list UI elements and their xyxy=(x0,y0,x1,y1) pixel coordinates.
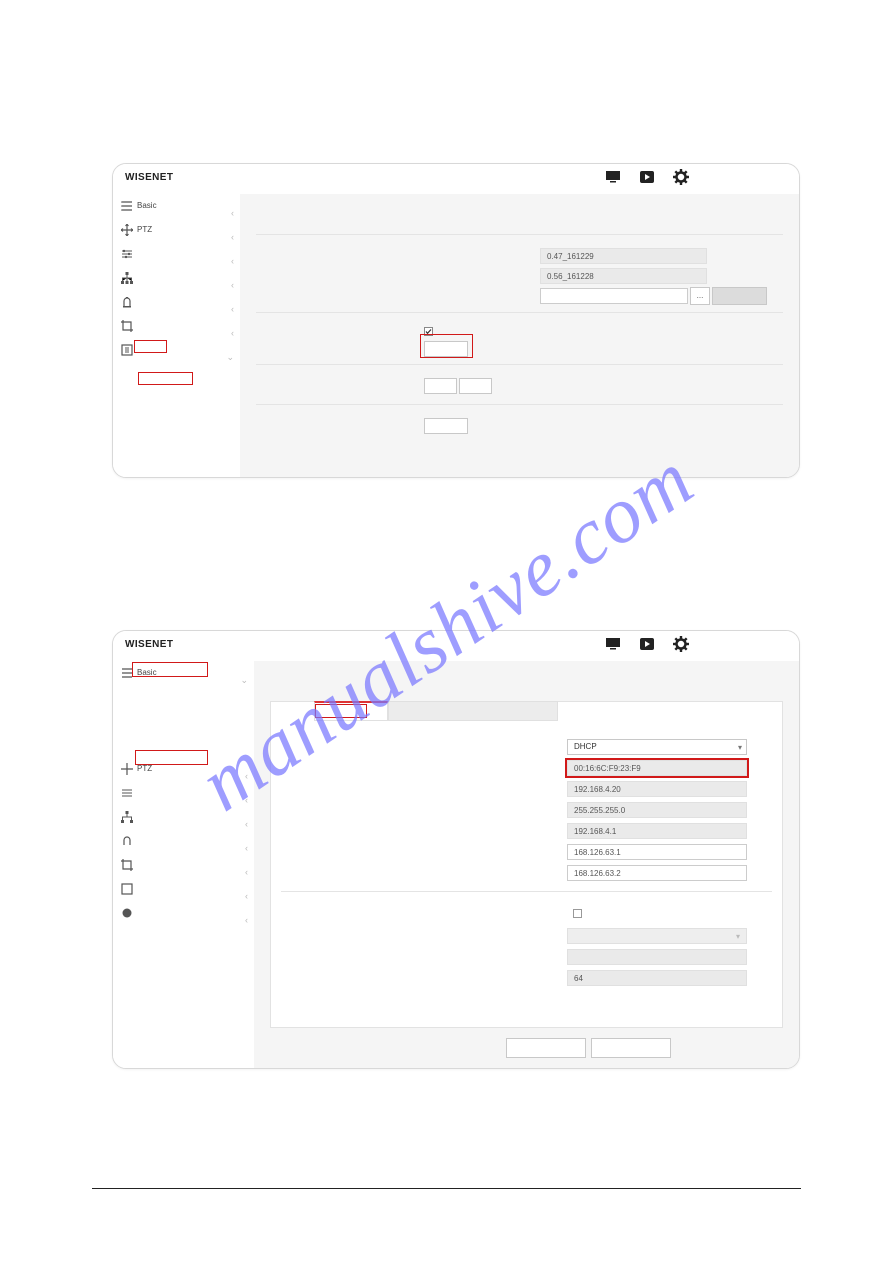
chevron-down-icon: ⌄ xyxy=(226,345,234,369)
sliders-icon xyxy=(121,785,133,797)
gateway-field: 192.168.4.1 xyxy=(567,823,747,839)
tab-port[interactable] xyxy=(388,701,558,721)
gear-icon[interactable] xyxy=(673,636,689,652)
highlight-tab-ip xyxy=(315,704,367,718)
main-panel: DHCP 00:16:6C:F9:23:F9 192.168.4.20 255.… xyxy=(254,661,799,1068)
topbar: WISENET xyxy=(113,631,799,662)
chevron-left-icon: ‹ xyxy=(245,908,248,932)
sidebar-subitem[interactable] xyxy=(113,721,254,739)
highlight-upgrade-submenu xyxy=(138,372,193,385)
analytics-icon xyxy=(121,881,133,893)
sidebar-subitem[interactable] xyxy=(113,703,254,721)
crop-icon xyxy=(121,318,133,330)
crop-icon xyxy=(121,857,133,869)
sidebar-label: PTZ xyxy=(137,225,152,234)
mask-field: 255.255.255.0 xyxy=(567,802,747,818)
hw-version-field: 0.56_161228 xyxy=(540,268,707,284)
sidebar-item-ptz[interactable]: PTZ‹ xyxy=(113,218,240,242)
highlight-mac xyxy=(565,758,749,778)
sidebar-label: Basic xyxy=(137,201,157,210)
sidebar: Basic⌄ PTZ‹ ‹ ‹ ‹ ‹ ‹ ‹ xyxy=(113,661,255,1068)
sidebar-item-analytics[interactable]: ‹ xyxy=(113,314,240,338)
tab-content: DHCP 00:16:6C:F9:23:F9 192.168.4.20 255.… xyxy=(270,721,783,1028)
action-btn-1[interactable] xyxy=(424,378,457,394)
ipv6-checkbox[interactable] xyxy=(573,905,582,914)
divider xyxy=(256,404,783,405)
playback-icon[interactable] xyxy=(639,636,655,652)
live-icon[interactable] xyxy=(605,636,621,652)
brand-logo: WISENET xyxy=(125,172,173,183)
highlight-ipport-submenu xyxy=(135,750,208,765)
top-icons xyxy=(605,636,689,652)
brand-logo: WISENET xyxy=(125,639,173,650)
ip-field: 192.168.4.20 xyxy=(567,781,747,797)
topbar: WISENET xyxy=(113,164,799,195)
sidebar-item-crop[interactable]: ‹ xyxy=(113,853,254,877)
live-icon[interactable] xyxy=(605,169,621,185)
divider xyxy=(281,891,772,892)
sidebar-item-video[interactable]: ‹ xyxy=(113,242,240,266)
divider xyxy=(256,234,783,235)
sidebar-item-video[interactable]: ‹ xyxy=(113,781,254,805)
playback-icon[interactable] xyxy=(639,169,655,185)
event-icon xyxy=(121,833,133,845)
sidebar-item-event[interactable]: ‹ xyxy=(113,829,254,853)
sidebar-item-event[interactable]: ‹ xyxy=(113,290,240,314)
sidebar-item-system[interactable]: ‹ xyxy=(113,901,254,925)
action-btn-2[interactable] xyxy=(459,378,492,394)
highlight-settings-button xyxy=(420,334,473,358)
highlight-system-menu xyxy=(134,340,167,353)
settings-window-ipport: WISENET Basic⌄ PTZ‹ ‹ ‹ ‹ ‹ ‹ ‹ xyxy=(112,630,800,1069)
sidebar-subitem[interactable] xyxy=(113,685,254,703)
top-icons xyxy=(605,169,689,185)
dns1-field[interactable]: 168.126.63.1 xyxy=(567,844,747,860)
sidebar-item-network[interactable]: ‹ xyxy=(113,805,254,829)
tab-area xyxy=(270,701,783,723)
event-icon xyxy=(121,294,133,306)
cancel-button[interactable] xyxy=(591,1038,671,1058)
system-icon xyxy=(121,342,133,354)
page-footer-rule xyxy=(92,1188,801,1189)
settings-window-upgrade: WISENET Basic‹ PTZ‹ ‹ ‹ ‹ ‹ ⌄ 0.47_16122… xyxy=(112,163,800,478)
checkbox[interactable] xyxy=(424,323,433,332)
sw-version-field: 0.47_161229 xyxy=(540,248,707,264)
sidebar-label: PTZ xyxy=(137,764,152,773)
sliders-icon xyxy=(121,246,133,258)
ip-type-select[interactable]: DHCP xyxy=(567,739,747,755)
upload-button[interactable] xyxy=(712,287,767,305)
browse-button[interactable]: ... xyxy=(690,287,710,305)
main-panel: 0.47_161229 0.56_161228 ... xyxy=(240,194,799,477)
list-icon xyxy=(121,198,133,210)
network-icon xyxy=(121,270,133,282)
system-icon xyxy=(121,905,133,917)
move-icon xyxy=(121,761,133,773)
sidebar: Basic‹ PTZ‹ ‹ ‹ ‹ ‹ ⌄ xyxy=(113,194,241,477)
sidebar-item-network[interactable]: ‹ xyxy=(113,266,240,290)
apply-button[interactable] xyxy=(506,1038,586,1058)
ipv6-type-select: ▾ xyxy=(567,928,747,944)
dns2-field[interactable]: 168.126.63.2 xyxy=(567,865,747,881)
highlight-basic-menu xyxy=(132,662,208,677)
network-icon xyxy=(121,809,133,821)
move-icon xyxy=(121,222,133,234)
ipv6-addr-field xyxy=(567,949,747,965)
restart-button[interactable] xyxy=(424,418,468,434)
firmware-file-field[interactable] xyxy=(540,288,688,304)
divider xyxy=(256,364,783,365)
sidebar-item-system[interactable]: ⌄ xyxy=(113,338,240,362)
divider xyxy=(256,312,783,313)
sidebar-item-basic[interactable]: Basic‹ xyxy=(113,194,240,218)
gear-icon[interactable] xyxy=(673,169,689,185)
ipv6-prefix-field: 64 xyxy=(567,970,747,986)
sidebar-item-analytics[interactable]: ‹ xyxy=(113,877,254,901)
